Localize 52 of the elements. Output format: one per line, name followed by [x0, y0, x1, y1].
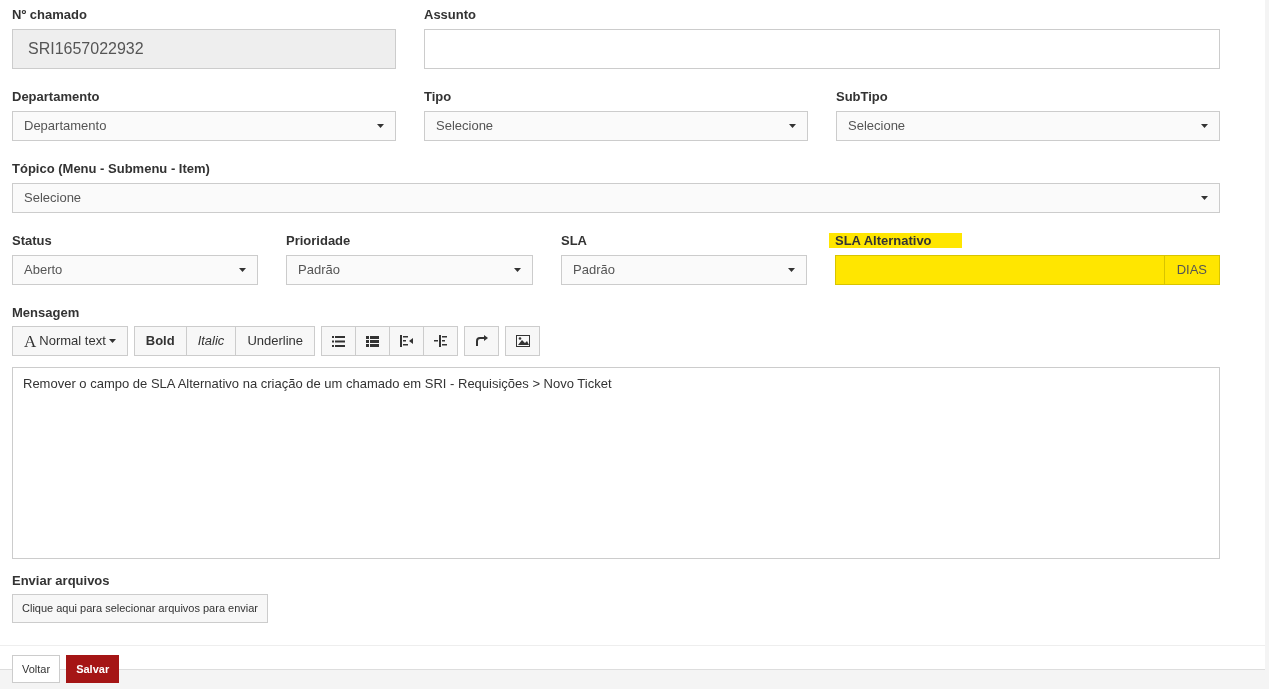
- list-icon: [366, 335, 380, 347]
- caret-icon: [108, 339, 116, 343]
- indent-icon: [434, 335, 448, 347]
- indent-button[interactable]: [423, 326, 459, 356]
- caret-icon: [239, 268, 246, 272]
- italic-button[interactable]: Italic: [185, 326, 237, 356]
- select-dropdown[interactable]: Departamento: [12, 111, 396, 141]
- file-upload-button[interactable]: Clique aqui para selecionar arquivos para enviar: [12, 594, 269, 623]
- field-label: Departamento: [12, 89, 100, 104]
- numbers-button[interactable]: [355, 326, 391, 356]
- message-editor[interactable]: Remover o campo de SLA Alternativo na criação de um chamado em SRI - Requisições > Novo Ticket: [12, 367, 1220, 559]
- back-button[interactable]: Voltar: [12, 655, 61, 683]
- select-dropdown[interactable]: Padrão: [561, 255, 807, 285]
- field-label: SLA Alternativo: [829, 233, 962, 248]
- select-dropdown[interactable]: Padrão: [286, 255, 533, 285]
- caret-icon: [377, 124, 384, 128]
- caret-icon: [788, 268, 795, 272]
- field-label: SubTipo: [836, 89, 888, 104]
- bullets-button[interactable]: [321, 326, 357, 356]
- select-dropdown[interactable]: Selecione: [12, 183, 1220, 213]
- outdent-icon: [400, 335, 414, 347]
- input-addon: DIAS: [1163, 256, 1219, 284]
- select-dropdown[interactable]: Selecione: [836, 111, 1220, 141]
- field-label: Tipo: [424, 89, 452, 104]
- underline-button[interactable]: Underline: [235, 326, 316, 356]
- select-dropdown[interactable]: Aberto: [12, 255, 258, 285]
- text-style-dropdown[interactable]: A Normal text: [12, 326, 128, 356]
- field-label: SLA: [561, 233, 587, 248]
- list-icon: [332, 335, 346, 347]
- field-label: Assunto: [424, 7, 476, 22]
- bold-button[interactable]: Bold: [133, 326, 187, 356]
- field-label: Tópico (Menu - Submenu - Item): [12, 161, 210, 176]
- caret-icon: [789, 124, 796, 128]
- caret-icon: [1201, 124, 1208, 128]
- image-icon: [515, 335, 530, 347]
- readonly-field: SRI1657022932: [12, 29, 396, 69]
- input-field[interactable]: [424, 29, 1220, 69]
- field-label: Mensagem: [12, 305, 81, 320]
- field-label: Status: [12, 233, 52, 248]
- caret-icon: [1201, 196, 1208, 200]
- outdent-button[interactable]: [389, 326, 425, 356]
- field-label: Prioridade: [286, 233, 351, 248]
- select-dropdown[interactable]: Selecione: [424, 111, 808, 141]
- field-label: Nº chamado: [12, 7, 87, 22]
- input-field[interactable]: DIAS: [835, 255, 1220, 285]
- caret-icon: [514, 268, 521, 272]
- field-label: Enviar arquivos: [12, 573, 111, 588]
- redo-button[interactable]: [464, 326, 500, 356]
- image-button[interactable]: [505, 326, 541, 356]
- save-button[interactable]: Salvar: [66, 655, 120, 683]
- font-icon: A: [24, 332, 37, 350]
- redo-icon: [475, 335, 489, 347]
